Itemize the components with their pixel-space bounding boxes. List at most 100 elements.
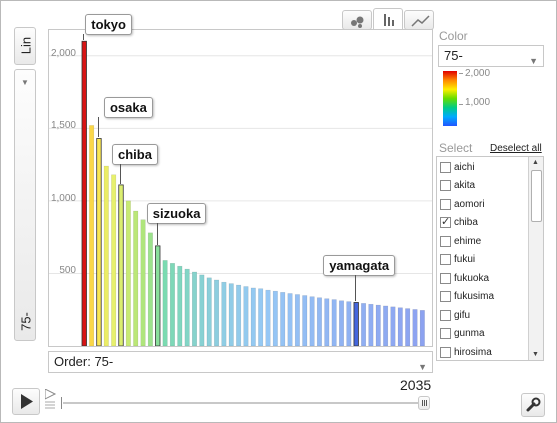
wrench-icon: [526, 397, 541, 412]
select-checkbox[interactable]: [440, 328, 451, 339]
bar[interactable]: [177, 265, 183, 346]
bar[interactable]: [228, 283, 234, 346]
bar[interactable]: [294, 294, 300, 346]
select-checkbox[interactable]: [440, 346, 451, 358]
play-button[interactable]: [12, 388, 40, 415]
bar-annotation-label[interactable]: sizuoka: [146, 202, 207, 224]
bar[interactable]: [375, 304, 381, 346]
select-checkbox[interactable]: [440, 180, 451, 191]
bar[interactable]: [162, 260, 168, 346]
bar[interactable]: [250, 287, 256, 346]
select-checkbox[interactable]: [440, 254, 451, 265]
select-item-9[interactable]: gunma: [440, 325, 485, 343]
bar-annotation-label[interactable]: tokyo: [85, 14, 132, 36]
bar[interactable]: [192, 271, 197, 346]
bar[interactable]: [324, 298, 330, 346]
select-checkbox[interactable]: [440, 198, 451, 210]
y-axis-scale-menu[interactable]: Lin: [14, 27, 36, 65]
select-scrollbar[interactable]: ▲ ▼: [528, 157, 543, 360]
select-checkbox[interactable]: [440, 272, 451, 284]
select-item-1[interactable]: akita: [440, 177, 475, 195]
bar[interactable]: [265, 289, 271, 346]
select-item-7[interactable]: fukusima: [440, 288, 494, 306]
bar[interactable]: [155, 245, 161, 346]
bar[interactable]: [81, 40, 87, 346]
bar[interactable]: [89, 125, 95, 346]
bar[interactable]: [412, 309, 418, 346]
bar[interactable]: [316, 297, 322, 346]
select-item-2[interactable]: aomori: [440, 195, 485, 213]
bar-annotation-label[interactable]: chiba: [112, 143, 158, 165]
settings-button[interactable]: [521, 393, 545, 417]
bar-chart: [49, 40, 432, 346]
bar[interactable]: [169, 263, 175, 346]
scroll-up-icon[interactable]: ▲: [532, 159, 539, 166]
bar[interactable]: [346, 301, 352, 346]
color-menu[interactable]: 75- ▼: [438, 45, 544, 67]
select-checkbox[interactable]: [440, 235, 451, 247]
select-item-0[interactable]: aichi: [440, 158, 475, 176]
bar[interactable]: [368, 303, 374, 346]
bar[interactable]: [214, 279, 220, 346]
select-item-6[interactable]: fukuoka: [440, 269, 489, 287]
bubble-chart-tab[interactable]: [342, 10, 372, 30]
bar[interactable]: [397, 307, 403, 346]
annotation-leader-line: [97, 117, 99, 138]
select-list: aichi akita aomori ✓ chiba ehime fukui fukuoka f…: [436, 156, 544, 361]
bar[interactable]: [272, 290, 278, 346]
bar[interactable]: [221, 281, 227, 346]
select-checkbox[interactable]: [440, 161, 451, 173]
bar-annotation-label[interactable]: yamagata: [323, 255, 396, 277]
bar[interactable]: [125, 200, 131, 346]
bar[interactable]: [258, 288, 264, 346]
bar[interactable]: [405, 308, 411, 346]
order-menu[interactable]: Order: 75- ▼: [48, 351, 433, 373]
bar[interactable]: [339, 300, 344, 346]
line-chart-tab[interactable]: [404, 10, 434, 30]
select-item-label: fukui: [454, 254, 476, 265]
deselect-all-link[interactable]: Deselect all: [490, 143, 542, 154]
bar[interactable]: [147, 232, 153, 346]
select-checkbox[interactable]: [440, 291, 451, 302]
select-item-label: ehime: [454, 235, 482, 247]
select-checkbox[interactable]: ✓: [440, 217, 451, 228]
bar-annotation-label[interactable]: osaka: [103, 97, 153, 119]
bar[interactable]: [280, 292, 286, 346]
select-item-3[interactable]: ✓ chiba: [440, 214, 478, 232]
bar[interactable]: [287, 293, 293, 346]
bar[interactable]: [133, 210, 139, 346]
bar[interactable]: [419, 310, 425, 346]
bar[interactable]: [243, 286, 249, 346]
order-menu-arrow-icon: ▼: [418, 362, 427, 372]
bar[interactable]: [361, 303, 367, 346]
bar[interactable]: [331, 299, 337, 346]
bar[interactable]: [111, 174, 117, 346]
select-item-8[interactable]: gifu: [440, 306, 470, 324]
scroll-down-icon[interactable]: ▼: [532, 351, 539, 358]
scrollbar-thumb[interactable]: [531, 170, 542, 222]
bar[interactable]: [390, 306, 396, 346]
bar[interactable]: [118, 184, 124, 346]
speed-control-icon[interactable]: [44, 388, 57, 411]
bar[interactable]: [103, 165, 109, 346]
select-item-4[interactable]: ehime: [440, 232, 481, 250]
bar[interactable]: [309, 296, 315, 346]
year-label: 2035: [400, 377, 432, 393]
select-checkbox[interactable]: [440, 309, 451, 321]
bar-chart-icon: [384, 14, 394, 26]
bar[interactable]: [353, 302, 359, 346]
bar[interactable]: [383, 305, 389, 346]
time-slider-thumb[interactable]: [418, 396, 430, 410]
y-axis-variable-menu[interactable]: ▼ 75-: [14, 69, 36, 341]
bar[interactable]: [140, 219, 146, 346]
bar[interactable]: [199, 274, 205, 346]
time-slider-track[interactable]: [63, 402, 425, 404]
bar[interactable]: [96, 138, 102, 346]
select-item-label: gunma: [454, 328, 485, 339]
select-item-10[interactable]: hirosima: [440, 343, 492, 360]
bar[interactable]: [302, 295, 308, 346]
bar[interactable]: [236, 284, 242, 346]
bar[interactable]: [184, 268, 190, 346]
bar[interactable]: [206, 277, 212, 346]
select-item-5[interactable]: fukui: [440, 251, 475, 269]
